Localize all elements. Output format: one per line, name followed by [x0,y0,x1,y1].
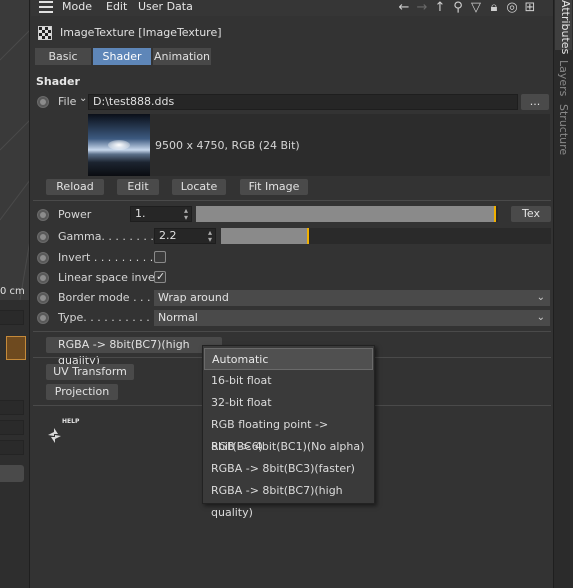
invert-label: Invert . . . . . . . . . [58,251,154,264]
dropdown-option[interactable]: 32-bit float [204,392,373,414]
fit-image-button[interactable]: Fit Image [240,179,308,195]
gamma-slider[interactable] [221,228,551,244]
gamma-label: Gamma. . . . . . . . [58,230,154,243]
projection-button[interactable]: Projection [46,384,118,400]
type-label: Type. . . . . . . . . . . [58,311,157,324]
tex-button[interactable]: Tex [511,206,551,222]
menu-bar: Mode Edit User Data ← → ↑ ⚲ ▽ 🔒︎ ◎ ⊞ [31,0,553,16]
viewport-label: 0 cm [0,286,25,297]
strip-field[interactable] [0,420,24,435]
animate-radio[interactable] [37,231,49,243]
help-label: HELP [62,418,80,425]
animate-radio[interactable] [37,96,49,108]
toolbar-icons: ← → ↑ ⚲ ▽ 🔒︎ ◎ ⊞ [397,0,537,16]
border-mode-select[interactable]: Wrap around ⌄ [154,290,550,306]
attribute-tabs: Basic Shader Animation [35,48,211,65]
dropdown-option[interactable]: 16-bit float [204,370,373,392]
browse-button[interactable]: ... [521,94,549,110]
search-icon[interactable]: ⚲ [451,1,465,15]
strip-field[interactable] [0,400,24,415]
left-panel-strip: 0 cm [0,0,30,588]
tab-basic[interactable]: Basic [35,48,91,65]
border-mode-label: Border mode . . . [58,291,151,304]
linear-space-invert-checkbox[interactable] [154,270,166,283]
animate-radio[interactable] [37,209,49,221]
help-icon[interactable]: HELP [40,418,79,450]
film-icon[interactable] [6,336,26,360]
object-title: ImageTexture [ImageTexture] [60,26,222,39]
animate-radio[interactable] [37,292,49,304]
strip-button[interactable] [0,465,24,482]
right-tab-bar: Attributes Layers Structure [553,0,573,588]
spinner-icon[interactable]: ▴ ▾ [184,207,188,222]
chevron-down-icon: ⌄ [536,292,545,303]
divider [33,200,551,201]
power-label: Power [58,208,92,221]
tab-structure[interactable]: Structure [557,104,570,155]
checker-texture-icon [38,26,52,40]
chevron-down-icon[interactable]: ⌄ [79,93,87,104]
viewport-area[interactable]: 0 cm [0,0,29,300]
target-icon[interactable]: ◎ [505,1,519,15]
back-arrow-icon[interactable]: ← [397,1,411,15]
lock-icon[interactable]: 🔒︎ [487,1,501,15]
edit-button[interactable]: Edit [117,179,159,195]
section-title: Shader [36,75,80,88]
uv-transform-button[interactable]: UV Transform [46,364,134,380]
animate-radio[interactable] [37,272,49,284]
type-select[interactable]: Normal ⌄ [154,310,550,326]
compression-dropdown-menu: Automatic 16-bit float 32-bit float RGB … [202,345,375,519]
dropdown-option[interactable]: RGB floating point -> 8bit(BC6) [204,414,373,453]
texture-preview-image [88,114,150,176]
up-arrow-icon[interactable]: ↑ [433,1,447,15]
dropdown-option[interactable]: RGBA -> 8bit(BC7)(high quality) [204,480,373,519]
chevron-down-icon: ⌄ [536,312,545,323]
dropdown-option[interactable]: RGB -> 4bit(BC1)(No alpha) [204,436,373,458]
animate-radio[interactable] [37,312,49,324]
menu-mode[interactable]: Mode [62,0,92,14]
tab-shader[interactable]: Shader [93,48,151,65]
reload-button[interactable]: Reload [46,179,104,195]
menu-user-data[interactable]: User Data [138,0,193,14]
preview-info: 9500 x 4750, RGB (24 Bit) [155,139,300,152]
strip-field[interactable] [0,440,24,455]
power-input[interactable]: 1. ▴ ▾ [130,206,192,222]
file-label: File [58,95,77,108]
add-icon[interactable]: ⊞ [523,1,537,15]
dropdown-option[interactable]: RGBA -> 8bit(BC3)(faster) [204,458,373,480]
dropdown-option[interactable]: Automatic [204,348,373,370]
hamburger-menu-icon[interactable] [39,1,53,13]
compression-select[interactable]: RGBA -> 8bit(BC7)(high quality) [46,337,222,367]
file-path-field[interactable]: D:\test888.dds [88,94,518,110]
invert-checkbox[interactable] [154,251,166,263]
slider-handle[interactable] [307,228,309,244]
tab-animation[interactable]: Animation [153,48,211,65]
divider [33,331,551,332]
slider-handle[interactable] [494,206,496,222]
locate-button[interactable]: Locate [172,179,226,195]
linear-space-invert-label: Linear space invert [58,271,164,284]
power-slider[interactable] [196,206,498,222]
tab-attributes[interactable]: Attributes [555,0,572,54]
tab-layers[interactable]: Layers [557,60,570,96]
forward-arrow-icon[interactable]: → [415,1,429,15]
filter-icon[interactable]: ▽ [469,1,483,15]
gamma-input[interactable]: 2.2 ▴ ▾ [154,228,216,244]
spinner-icon[interactable]: ▴ ▾ [208,229,212,244]
menu-edit[interactable]: Edit [106,0,127,14]
strip-field[interactable] [0,310,24,325]
animate-radio[interactable] [37,252,49,264]
viewport-grid [0,30,29,300]
